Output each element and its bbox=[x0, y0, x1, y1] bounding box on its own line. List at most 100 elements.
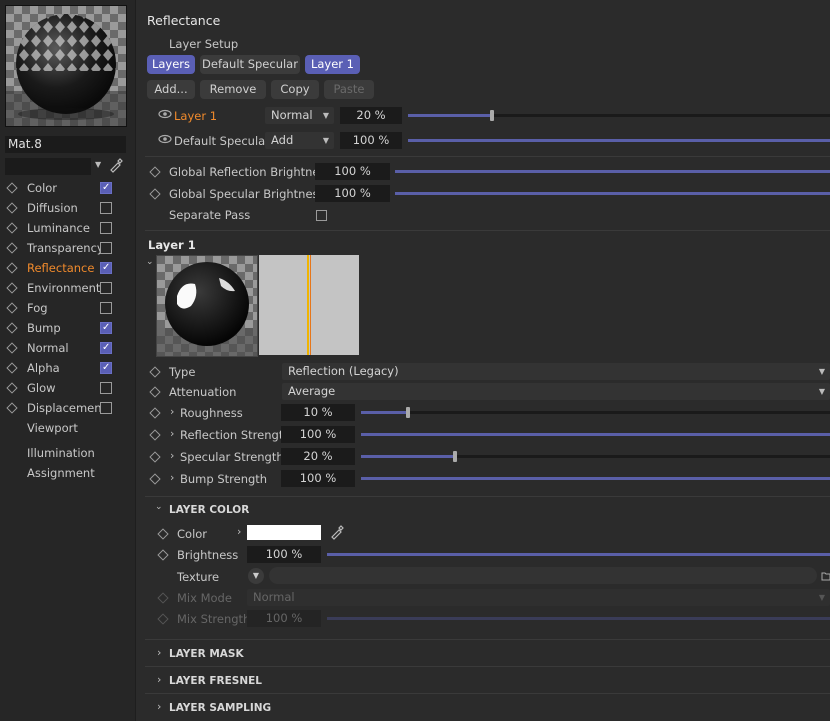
channel-item-normal[interactable]: Normal bbox=[0, 338, 135, 358]
channel-item-assignment[interactable]: Assignment bbox=[0, 463, 135, 483]
layer-fresnel-header[interactable]: LAYER FRESNEL bbox=[169, 675, 262, 687]
layer-sampling-header[interactable]: LAYER SAMPLING bbox=[169, 702, 271, 714]
channel-item-glow[interactable]: Glow bbox=[0, 378, 135, 398]
channel-checkbox[interactable] bbox=[100, 258, 112, 278]
bump-strength-slider[interactable] bbox=[361, 477, 830, 480]
global-reflection-field[interactable]: 100 % bbox=[315, 163, 390, 180]
texture-menu-button[interactable]: ▼ bbox=[248, 568, 264, 584]
reflection-strength-slider[interactable] bbox=[361, 433, 830, 436]
channel-checkbox[interactable] bbox=[100, 402, 112, 414]
chevron-right-icon[interactable]: › bbox=[170, 449, 174, 462]
channel-item-luminance[interactable]: Luminance bbox=[0, 218, 135, 238]
keyframe-diamond-icon[interactable] bbox=[149, 366, 161, 378]
color-swatch[interactable] bbox=[247, 525, 321, 540]
brightness-label: Brightness bbox=[177, 548, 239, 562]
channel-checkbox[interactable] bbox=[100, 338, 112, 358]
slider-handle[interactable] bbox=[405, 407, 410, 418]
attenuation-select[interactable]: Average ▼ bbox=[282, 383, 830, 400]
keyframe-diamond-icon[interactable] bbox=[149, 166, 161, 178]
copy-button[interactable]: Copy bbox=[271, 80, 319, 99]
channel-item-fog[interactable]: Fog bbox=[0, 298, 135, 318]
specular-strength-field[interactable]: 20 % bbox=[281, 448, 355, 465]
layer-mode-select[interactable]: Normal ▼ bbox=[265, 107, 334, 124]
layer-color-header[interactable]: LAYER COLOR bbox=[169, 504, 249, 516]
tab-layers[interactable]: Layers bbox=[147, 55, 195, 74]
channel-checkbox[interactable] bbox=[100, 242, 112, 254]
channel-item-illumination[interactable]: Illumination bbox=[0, 443, 135, 463]
keyframe-diamond-icon[interactable] bbox=[149, 429, 161, 441]
remove-button[interactable]: Remove bbox=[200, 80, 266, 99]
chevron-down-icon[interactable]: ⌄ bbox=[146, 257, 154, 267]
keyframe-diamond-icon[interactable] bbox=[149, 473, 161, 485]
slider-handle[interactable] bbox=[452, 451, 457, 462]
brightness-slider[interactable] bbox=[327, 553, 830, 556]
roughness-slider[interactable] bbox=[361, 407, 830, 418]
eye-icon[interactable] bbox=[158, 133, 172, 148]
slider-handle[interactable] bbox=[490, 110, 495, 121]
chevron-down-icon[interactable]: ⌄ bbox=[155, 502, 163, 512]
eye-icon[interactable] bbox=[158, 108, 172, 123]
channel-item-color[interactable]: Color bbox=[0, 178, 135, 198]
keyframe-diamond-icon[interactable] bbox=[157, 549, 169, 561]
channel-checkbox[interactable] bbox=[100, 382, 112, 394]
chevron-down-icon[interactable]: ▼ bbox=[95, 160, 101, 169]
add-button[interactable]: Add... bbox=[147, 80, 195, 99]
channel-item-viewport[interactable]: Viewport bbox=[0, 418, 135, 438]
channel-checkbox[interactable] bbox=[100, 178, 112, 198]
layer-name[interactable]: Default Specular bbox=[174, 134, 270, 148]
layer-amount-slider[interactable] bbox=[408, 139, 830, 142]
keyframe-diamond-icon[interactable] bbox=[149, 386, 161, 398]
chevron-right-icon[interactable]: › bbox=[157, 673, 161, 686]
tab-default-specular[interactable]: Default Specular bbox=[200, 55, 300, 74]
chevron-right-icon[interactable]: › bbox=[170, 427, 174, 440]
channel-item-environment[interactable]: Environment bbox=[0, 278, 135, 298]
eyedropper-icon[interactable] bbox=[329, 524, 345, 543]
brightness-field[interactable]: 100 % bbox=[247, 546, 321, 563]
bump-strength-field[interactable]: 100 % bbox=[281, 470, 355, 487]
global-specular-field[interactable]: 100 % bbox=[315, 185, 390, 202]
channel-item-reflectance[interactable]: Reflectance bbox=[0, 258, 135, 278]
keyframe-diamond-icon[interactable] bbox=[157, 528, 169, 540]
tab-layer-1[interactable]: Layer 1 bbox=[305, 55, 360, 74]
roughness-field[interactable]: 10 % bbox=[281, 404, 355, 421]
channel-checkbox[interactable] bbox=[100, 222, 112, 234]
channel-checkbox[interactable] bbox=[100, 202, 112, 214]
channel-item-displacement[interactable]: Displacement bbox=[0, 398, 135, 418]
material-name[interactable]: Mat.8 bbox=[5, 136, 126, 153]
folder-icon[interactable] bbox=[821, 570, 830, 584]
separate-pass-checkbox[interactable] bbox=[316, 210, 327, 221]
channel-checkbox[interactable] bbox=[100, 282, 112, 294]
type-select[interactable]: Reflection (Legacy) ▼ bbox=[282, 363, 830, 380]
global-reflection-slider[interactable] bbox=[395, 170, 830, 173]
chevron-right-icon[interactable]: › bbox=[157, 646, 161, 659]
channel-item-diffusion[interactable]: Diffusion bbox=[0, 198, 135, 218]
layer-amount-field[interactable]: 100 % bbox=[340, 132, 402, 149]
layer-mask-header[interactable]: LAYER MASK bbox=[169, 648, 244, 660]
global-specular-slider[interactable] bbox=[395, 192, 830, 195]
keyframe-diamond-icon[interactable] bbox=[149, 407, 161, 419]
chevron-right-icon[interactable]: › bbox=[170, 405, 174, 418]
layer-mode-value: Normal bbox=[271, 108, 313, 122]
channel-checkbox[interactable] bbox=[100, 358, 112, 378]
texture-field[interactable] bbox=[269, 567, 817, 584]
chevron-right-icon[interactable]: › bbox=[157, 700, 161, 713]
layer-amount-slider[interactable] bbox=[408, 110, 830, 121]
reflection-strength-field[interactable]: 100 % bbox=[281, 426, 355, 443]
channel-checkbox[interactable] bbox=[100, 318, 112, 338]
material-preview[interactable] bbox=[5, 5, 127, 127]
eyedropper-icon[interactable] bbox=[108, 157, 124, 176]
keyframe-diamond-icon[interactable] bbox=[149, 188, 161, 200]
channel-checkbox[interactable] bbox=[100, 302, 112, 314]
keyframe-diamond-icon[interactable] bbox=[149, 451, 161, 463]
material-selector[interactable] bbox=[5, 158, 91, 175]
chevron-right-icon[interactable]: › bbox=[170, 471, 174, 484]
paste-button[interactable]: Paste bbox=[324, 80, 374, 99]
chevron-right-icon[interactable]: › bbox=[237, 525, 241, 538]
channel-item-transparency[interactable]: Transparency bbox=[0, 238, 135, 258]
channel-item-alpha[interactable]: Alpha bbox=[0, 358, 135, 378]
channel-item-bump[interactable]: Bump bbox=[0, 318, 135, 338]
layer-name[interactable]: Layer 1 bbox=[174, 109, 217, 123]
layer-mode-select[interactable]: Add ▼ bbox=[265, 132, 334, 149]
layer-amount-field[interactable]: 20 % bbox=[340, 107, 402, 124]
specular-strength-slider[interactable] bbox=[361, 451, 830, 462]
